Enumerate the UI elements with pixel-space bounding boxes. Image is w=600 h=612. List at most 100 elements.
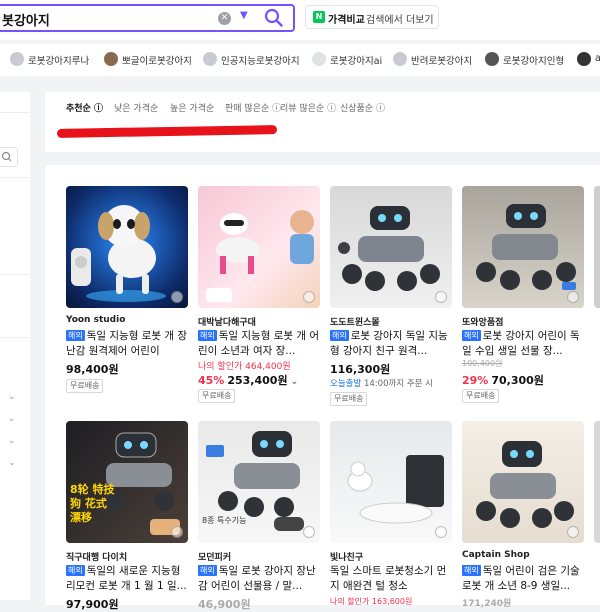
product-image[interactable]: [198, 186, 320, 308]
search-icon: [1, 151, 12, 162]
product-image-overlay: 8종 특수기능: [202, 516, 247, 525]
chip-label: 로봇강아지ai: [330, 56, 383, 67]
heart-icon[interactable]: [567, 291, 579, 303]
chip-label: 로봇강아지루나: [28, 56, 90, 67]
heart-icon[interactable]: [303, 291, 315, 303]
delivery-info: 오늘출발 14:00까지 주문 시: [330, 379, 433, 389]
price-compare-button[interactable]: N 가격비교 검색에서 더보기: [305, 5, 439, 29]
product-title[interactable]: 독일 스마트 로봇청소기 먼지 애완견 털 청소: [330, 564, 454, 594]
free-shipping-badge: 무료배송: [462, 389, 500, 403]
chip-thumbnail: [203, 52, 217, 66]
chevron-down-icon[interactable]: ▼: [240, 10, 248, 21]
sort-low-price[interactable]: 낮은 가격순: [114, 101, 158, 114]
search-box[interactable]: 봇강아지 ✕ ▼: [0, 4, 295, 32]
chevron-down-icon[interactable]: ⌄: [8, 458, 16, 468]
divider: [0, 112, 30, 113]
seller-name[interactable]: 도도트윈스몰: [330, 315, 380, 328]
heart-icon[interactable]: [435, 291, 447, 303]
seller-name[interactable]: 또와앙품점: [462, 315, 503, 328]
sort-bar: 추천순 ⓘ 낮은 가격순 높은 가격순 판매 많은순 ⓘ 리뷰 많은순 ⓘ 신상…: [45, 92, 600, 152]
overseas-badge: 해외: [330, 330, 349, 341]
chip-thumbnail: [312, 52, 326, 66]
product-image[interactable]: [462, 421, 584, 543]
overseas-badge: 해외: [66, 565, 85, 576]
chip-label: 인공지능로봇강아지: [221, 56, 300, 67]
sort-reviews[interactable]: 리뷰 많은순 ⓘ: [280, 101, 336, 114]
product-image[interactable]: [66, 186, 188, 308]
overseas-badge: 해외: [198, 565, 217, 576]
seller-name[interactable]: Captain Shop: [462, 550, 530, 560]
product-price: 46,900원: [198, 598, 251, 611]
divider: [0, 177, 30, 178]
product-price: 171,240원: [462, 599, 512, 609]
heart-icon[interactable]: [171, 291, 183, 303]
heart-icon[interactable]: [171, 526, 183, 538]
product-title[interactable]: 해외 독일의 새로운 지능형 리모컨 로봇 개 1 월 1 일...: [66, 564, 190, 594]
product-image[interactable]: [330, 186, 452, 308]
filter-search-button[interactable]: [0, 147, 18, 167]
seller-name[interactable]: 빛나친구: [330, 550, 363, 563]
overseas-badge: 해외: [462, 330, 481, 341]
heart-icon[interactable]: [567, 526, 579, 538]
sort-newest[interactable]: 신상품순 ⓘ: [340, 101, 385, 114]
overseas-badge: 해외: [198, 330, 217, 341]
overseas-badge: 해외: [66, 330, 85, 341]
chip-label: 로봇강아지인형: [503, 56, 565, 67]
chevron-down-icon[interactable]: ⌄: [8, 392, 16, 402]
chevron-down-icon[interactable]: ⌄: [8, 414, 16, 424]
original-price: 100,400원: [462, 359, 503, 368]
top-bar: 봇강아지 ✕ ▼ N 가격비교 검색에서 더보기: [0, 0, 600, 40]
product-image[interactable]: [330, 421, 452, 543]
product-price: 29% 70,300원: [462, 374, 544, 387]
compare-more-label: 검색에서 더보기: [366, 15, 434, 26]
chip-thumbnail: [485, 52, 499, 66]
product-price: 97,900원: [66, 598, 119, 611]
product-price: 116,300원: [330, 363, 391, 376]
sort-sales[interactable]: 판매 많은순 ⓘ: [225, 101, 281, 114]
clear-icon[interactable]: ✕: [218, 12, 231, 25]
product-image[interactable]: 8종 특수기능: [198, 421, 320, 543]
product-title[interactable]: 해외 로봇 강아지 독일 지능형 강아지 친구 원격...: [330, 329, 454, 359]
chip-thumbnail: [577, 52, 591, 66]
product-price: 45% 253,400원 ⌄: [198, 374, 299, 387]
product-image[interactable]: [594, 186, 600, 308]
seller-name[interactable]: 대박날다해구대: [198, 315, 256, 328]
compare-label: 가격비교: [328, 15, 365, 26]
my-discount-price: 나의 할인가 464,400원: [198, 362, 291, 372]
chip-label: 뽀글이로봇강아지: [122, 56, 192, 67]
chevron-down-icon[interactable]: ⌄: [8, 436, 16, 446]
chip-thumbnail: [10, 52, 24, 66]
free-shipping-badge: 무료배송: [66, 379, 104, 393]
product-image-overlay: 8轮 特技狗 花式漂移: [70, 483, 115, 524]
chip-label: a: [595, 53, 600, 64]
product-title[interactable]: 해외 독일 지능형 로봇 개 어린이 소년과 여자 장...: [198, 329, 322, 359]
chip-thumbnail: [393, 52, 407, 66]
chip-thumbnail: [104, 52, 118, 66]
product-title[interactable]: 해외 독일 로봇 강아지 장난감 어린이 선물용 / 말...: [198, 564, 322, 594]
free-shipping-badge: 무료배송: [330, 392, 368, 406]
product-image[interactable]: 8轮 特技狗 花式漂移: [66, 421, 188, 543]
search-icon[interactable]: [264, 8, 284, 28]
search-input[interactable]: 봇강아지: [2, 10, 50, 29]
product-title[interactable]: 해외 로봇 강아지 어린이 독일 수입 생일 선물 장...: [462, 329, 586, 359]
naver-n-icon: N: [313, 11, 325, 23]
filter-panel: ⌄ ⌄ ⌄ ⌄: [0, 92, 30, 600]
seller-name[interactable]: 모던피커: [198, 550, 231, 563]
seller-name[interactable]: 직구대행 다이치: [66, 550, 127, 563]
redaction-mark: [56, 125, 278, 138]
product-title[interactable]: 해외 독일 어린이 검은 기술 로봇 개 소년 8-9 생일...: [462, 564, 586, 594]
seller-name[interactable]: Yoon studio: [66, 315, 125, 325]
product-title[interactable]: 해외 독일 지능형 로봇 개 장난감 원격제어 어린이: [66, 329, 190, 359]
my-discount-price: 나의 할인가 163,600원: [330, 597, 413, 606]
product-image[interactable]: [462, 186, 584, 308]
sort-recommended[interactable]: 추천순 ⓘ: [66, 101, 103, 114]
heart-icon[interactable]: [303, 526, 315, 538]
related-keywords: 로봇강아지루나 뽀글이로봇강아지 인공지능로봇강아지 로봇강아지ai 반려로봇강…: [0, 44, 600, 76]
heart-icon[interactable]: [435, 526, 447, 538]
divider: [0, 337, 30, 338]
discount-rate: 29%: [462, 374, 489, 387]
overseas-badge: 해외: [462, 565, 481, 576]
product-image[interactable]: [594, 421, 600, 543]
discount-rate: 45%: [198, 374, 225, 387]
sort-high-price[interactable]: 높은 가격순: [170, 101, 214, 114]
